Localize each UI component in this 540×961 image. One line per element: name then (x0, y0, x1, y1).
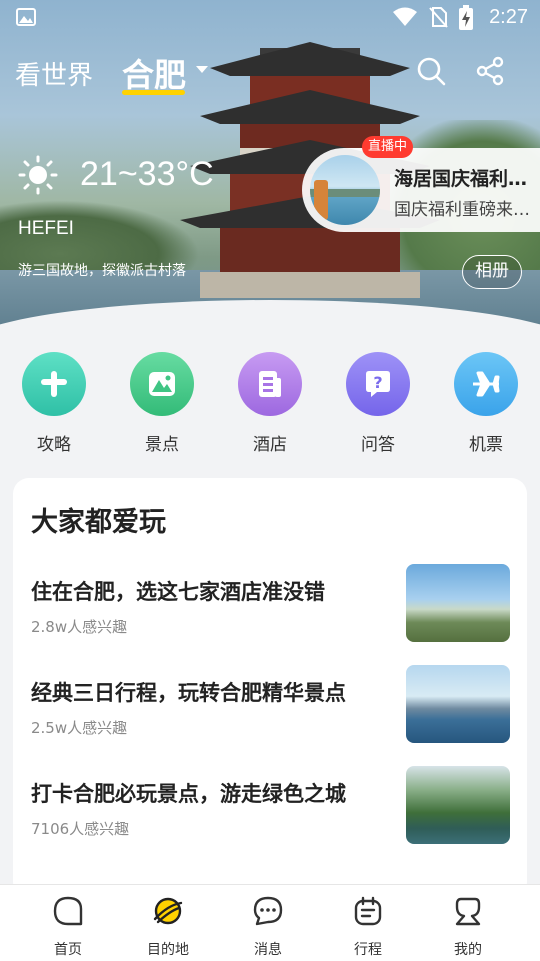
question-icon: ? (366, 371, 390, 397)
airplane-icon (473, 371, 500, 397)
live-subtitle: 国庆福利重磅来… (394, 200, 530, 220)
bottom-nav: 首页 目的地 消息 行程 我的 (0, 884, 540, 961)
category-label: 酒店 (253, 435, 287, 455)
document-icon (259, 371, 281, 397)
category-label: 景点 (145, 435, 179, 455)
item-title: 打卡合肥必玩景点，游走绿色之城 (31, 782, 346, 806)
home-icon (53, 896, 83, 926)
city-description: 游三国故地，探徽派古村落 (18, 263, 186, 279)
search-icon[interactable] (416, 56, 446, 86)
city-name-en: HEFEI (18, 218, 74, 239)
city-tab-underline (122, 90, 185, 95)
plus-icon (41, 371, 67, 397)
tab-label: 我的 (454, 942, 482, 958)
planet-icon (153, 897, 183, 925)
category-guide[interactable]: 攻略 (14, 352, 94, 455)
category-qa[interactable]: ? 问答 (338, 352, 418, 455)
wifi-icon (393, 7, 417, 26)
temperature-range: 21~33°C (80, 155, 214, 193)
flights-circle (454, 352, 518, 416)
category-row: 攻略 景点 酒店 ? 问答 机票 (0, 352, 540, 462)
live-thumbnail (310, 155, 380, 225)
tab-label: 消息 (254, 942, 282, 958)
attractions-circle (130, 352, 194, 416)
tab-destination[interactable]: 目的地 (114, 885, 222, 961)
item-title: 住在合肥，选这七家酒店准没错 (31, 580, 325, 604)
image-icon (16, 8, 36, 26)
city-nav: 看世界 合肥 (0, 50, 540, 100)
status-bar: 2:27 (0, 0, 540, 36)
tab-profile[interactable]: 我的 (414, 885, 522, 961)
live-title: 海居国庆福利… (394, 168, 528, 190)
mountain-icon (149, 372, 175, 396)
clock: 2:27 (489, 6, 528, 28)
category-hotel[interactable]: 酒店 (230, 352, 310, 455)
tab-label: 首页 (54, 942, 82, 958)
category-flights[interactable]: 机票 (446, 352, 526, 455)
profile-icon (455, 897, 481, 926)
itinerary-icon (354, 896, 382, 926)
live-stream-card[interactable]: 直播中 海居国庆福利… 国庆福利重磅来… (302, 136, 540, 232)
qa-circle: ? (346, 352, 410, 416)
item-meta: 7106人感兴趣 (31, 820, 130, 838)
popular-card: 大家都爱玩 住在合肥，选这七家酒店准没错 2.8w人感兴趣 经典三日行程，玩转合… (13, 478, 527, 898)
tab-itinerary[interactable]: 行程 (314, 885, 422, 961)
battery-icon (459, 5, 473, 30)
hotel-circle (238, 352, 302, 416)
list-item[interactable]: 经典三日行程，玩转合肥精华景点 2.5w人感兴趣 (13, 665, 527, 747)
item-meta: 2.8w人感兴趣 (31, 618, 128, 636)
category-attractions[interactable]: 景点 (122, 352, 202, 455)
category-label: 机票 (469, 435, 503, 455)
guide-circle (22, 352, 86, 416)
sun-icon (18, 155, 58, 195)
section-title: 大家都爱玩 (31, 507, 166, 538)
category-label: 问答 (361, 435, 395, 455)
category-label: 攻略 (37, 435, 71, 455)
chevron-down-icon[interactable] (196, 66, 208, 73)
item-meta: 2.5w人感兴趣 (31, 719, 128, 737)
list-item[interactable]: 打卡合肥必玩景点，游走绿色之城 7106人感兴趣 (13, 766, 527, 848)
tab-label: 行程 (354, 942, 382, 958)
album-button[interactable]: 相册 (462, 255, 522, 289)
tab-home[interactable]: 首页 (14, 885, 122, 961)
item-thumbnail (406, 766, 510, 844)
item-title: 经典三日行程，玩转合肥精华景点 (31, 681, 346, 705)
item-thumbnail (406, 564, 510, 642)
tab-label: 目的地 (147, 942, 189, 958)
list-item[interactable]: 住在合肥，选这七家酒店准没错 2.8w人感兴趣 (13, 564, 527, 646)
no-sim-icon (429, 7, 448, 28)
share-icon[interactable] (476, 56, 506, 86)
item-thumbnail (406, 665, 510, 743)
svg-text:?: ? (373, 373, 382, 392)
live-badge: 直播中 (362, 136, 414, 158)
message-icon (253, 896, 283, 926)
tab-messages[interactable]: 消息 (214, 885, 322, 961)
tab-world[interactable]: 看世界 (15, 55, 93, 92)
